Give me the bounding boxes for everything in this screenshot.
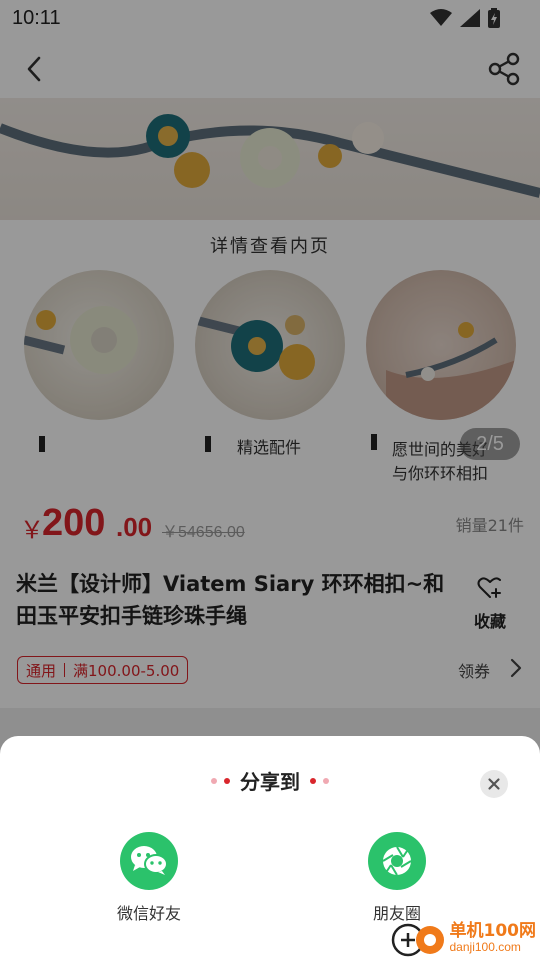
watermark-title: 单机100网 (449, 921, 537, 941)
share-title: 分享到 (240, 770, 300, 794)
watermark-url: danji100.com (449, 940, 521, 954)
watermark-logo-icon (391, 923, 444, 957)
close-icon (488, 778, 500, 790)
watermark-text: 单机100网 danji100.com (450, 922, 537, 954)
dot (224, 777, 230, 784)
moments-icon (368, 832, 426, 890)
share-title-wrap: 分享到 (0, 766, 540, 795)
share-wechat-friends[interactable]: 微信好友 (99, 832, 199, 924)
share-sheet: 分享到 微信好友 朋友圈 单机100网 danji100.com (0, 736, 540, 960)
title-dots-right (310, 777, 329, 784)
dot (211, 777, 217, 784)
dot (323, 777, 329, 784)
share-option-label: 微信好友 (116, 904, 181, 923)
title-dots-left (211, 777, 230, 784)
watermark: 单机100网 danji100.com (390, 918, 537, 958)
wechat-icon (120, 832, 178, 890)
close-button[interactable] (480, 770, 508, 798)
dot (310, 777, 316, 784)
share-moments[interactable]: 朋友圈 (347, 832, 447, 924)
